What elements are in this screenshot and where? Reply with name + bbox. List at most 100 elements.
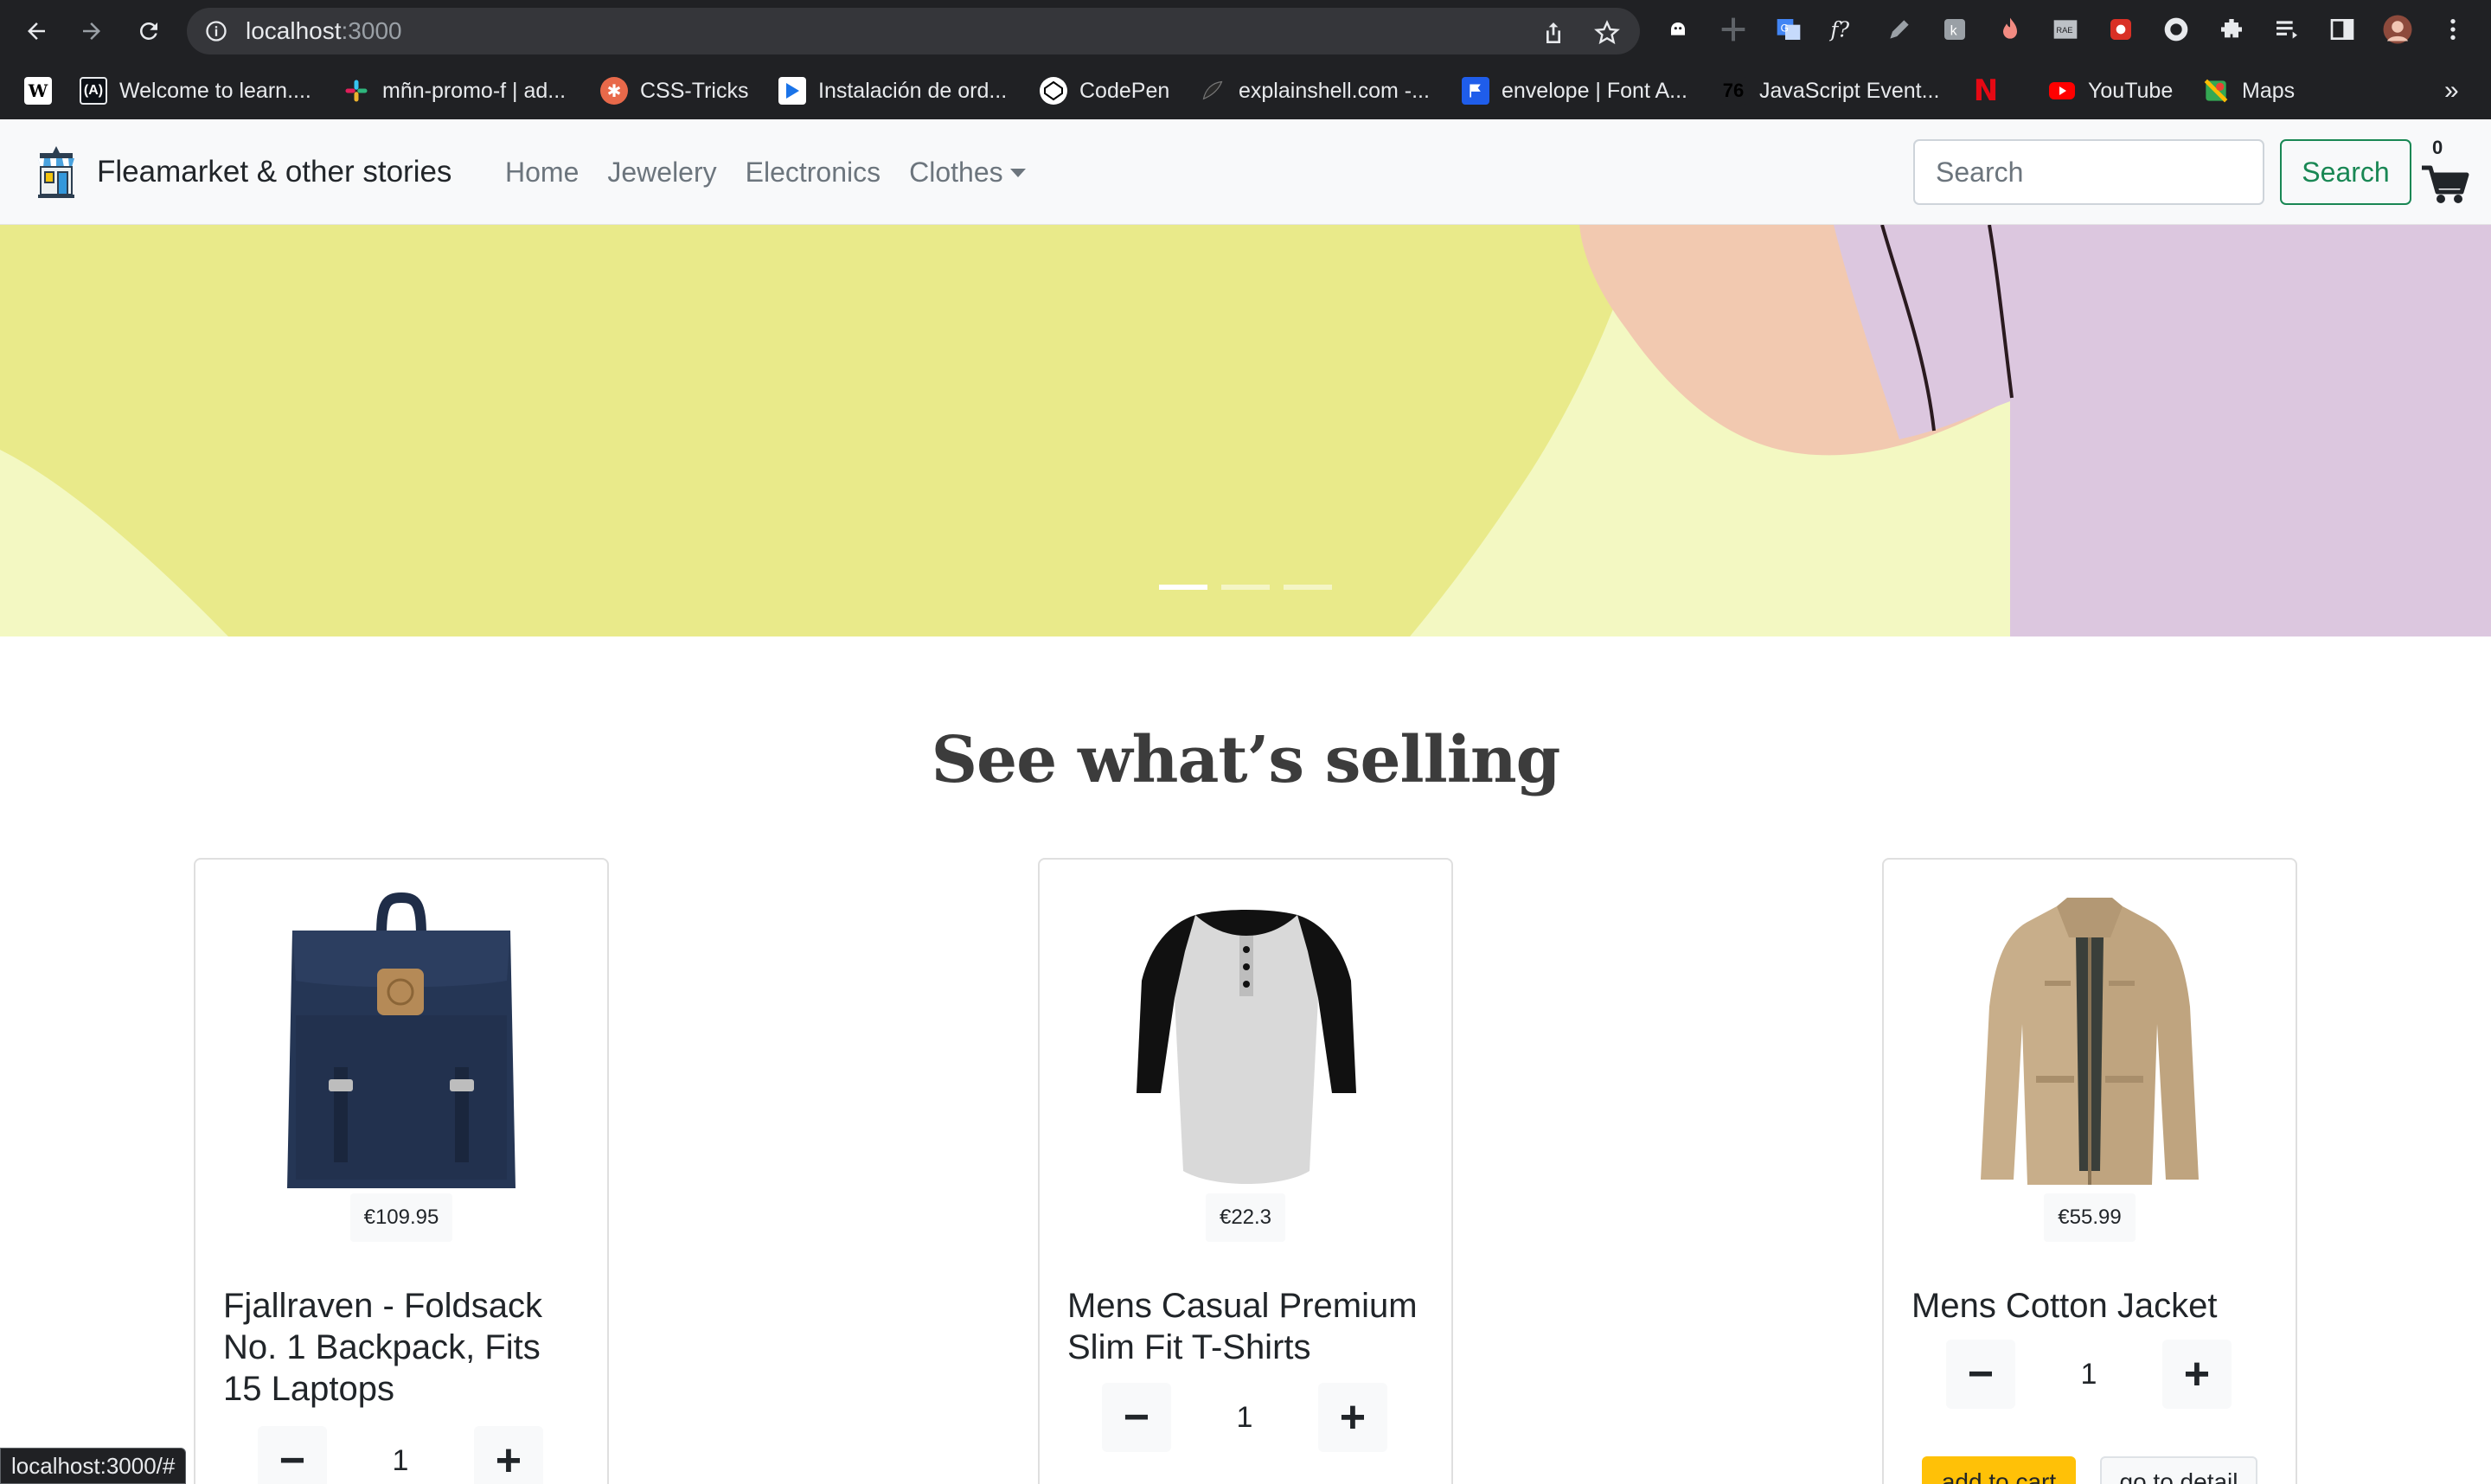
bookmark-item[interactable]: ✱ CSS-Tricks — [600, 76, 748, 106]
share-icon[interactable] — [1540, 19, 1567, 47]
url-text: localhost:3000 — [246, 17, 402, 44]
bookmark-item[interactable]: explainshell.com -... — [1199, 76, 1430, 106]
brand-name: Fleamarket & other stories — [97, 155, 452, 189]
profile-avatar-icon[interactable] — [2382, 14, 2413, 45]
go-to-detail-button[interactable]: go to detail — [2100, 1456, 2257, 1484]
increment-button[interactable]: + — [473, 1426, 543, 1484]
bookmark-item[interactable]: Instalación de ord... — [778, 76, 1007, 106]
hero-carousel[interactable] — [0, 225, 2491, 636]
price-badge: €55.99 — [1884, 1193, 2296, 1242]
bookmark-item[interactable]: 76 JavaScript Event... — [1719, 76, 1939, 106]
svg-text:RAE: RAE — [2056, 26, 2072, 35]
site-navbar: Fleamarket & other stories Home Jewelery… — [0, 119, 2491, 225]
nav-electronics[interactable]: Electronics — [746, 157, 881, 189]
extension-crosshair-icon[interactable] — [1718, 14, 1749, 45]
decrement-button[interactable]: − — [258, 1426, 327, 1484]
side-panel-icon[interactable] — [2327, 14, 2358, 45]
site-info-icon[interactable] — [204, 19, 228, 43]
bookmark-item[interactable]: (A) Welcome to learn.... — [80, 76, 311, 106]
svg-text:f?: f? — [1828, 17, 1849, 42]
quantity-stepper: − 1 + — [1102, 1382, 1387, 1453]
wikipedia-icon: W — [24, 77, 52, 105]
increment-button[interactable]: + — [2161, 1340, 2232, 1409]
carousel-indicator-2[interactable] — [1221, 585, 1270, 590]
carousel-slide-image — [0, 225, 2491, 636]
brand[interactable]: Fleamarket & other stories — [35, 142, 451, 202]
forward-icon[interactable] — [73, 12, 111, 50]
extension-hand-icon[interactable] — [1662, 14, 1694, 45]
extension-translate-icon[interactable]: G — [1773, 14, 1804, 45]
product-title: Mens Cotton Jacket — [1911, 1287, 2218, 1325]
extension-rae-icon[interactable]: RAE — [2050, 14, 2081, 45]
extension-formula-icon[interactable]: f? — [1828, 14, 1860, 45]
bookmark-star-icon[interactable] — [1593, 19, 1621, 47]
bookmark-item[interactable]: envelope | Font A... — [1462, 76, 1687, 106]
extension-pen-icon[interactable] — [1884, 14, 1915, 45]
decrement-button[interactable]: − — [1102, 1383, 1171, 1452]
nav-clothes-dropdown[interactable]: Clothes — [909, 157, 1026, 189]
decrement-button[interactable]: − — [1946, 1340, 2015, 1409]
css-tricks-icon: ✱ — [600, 77, 628, 105]
quantity-stepper: − 1 + — [258, 1425, 543, 1484]
svg-text:G: G — [1781, 22, 1789, 35]
quantity-value: 1 — [392, 1443, 409, 1477]
product-card: €22.3 Mens Casual Premium Slim Fit T-Shi… — [1038, 858, 1453, 1484]
youtube-icon — [2048, 77, 2076, 105]
reading-list-icon[interactable] — [2271, 14, 2302, 45]
carousel-indicator-1[interactable] — [1159, 585, 1207, 590]
bookmark-item[interactable]: mñn-promo-f | ad... — [343, 76, 566, 106]
reload-icon[interactable] — [130, 12, 168, 50]
browser-chrome: localhost:3000 G f? k RAE W (A) Welcome … — [0, 0, 2491, 119]
section-title: See what’s selling — [931, 723, 1561, 797]
bookmark-netflix[interactable]: N — [1972, 74, 2000, 108]
extension-puzzle-red-icon[interactable] — [2105, 14, 2136, 45]
bookmark-item[interactable]: CodePen — [1040, 76, 1169, 106]
chevron-down-icon — [1009, 169, 1026, 177]
play-icon — [778, 77, 806, 105]
extension-circle-icon[interactable] — [2161, 14, 2192, 45]
bookmark-item[interactable]: YouTube — [2048, 76, 2173, 106]
netflix-icon: N — [1973, 74, 1999, 108]
shell-icon — [1199, 77, 1226, 105]
nav-home[interactable]: Home — [505, 157, 579, 189]
flag-icon — [1462, 77, 1489, 105]
extension-k-icon[interactable]: k — [1939, 14, 1970, 45]
angular-icon: (A) — [80, 77, 107, 105]
extensions-puzzle-icon[interactable] — [2216, 14, 2247, 45]
address-bar[interactable]: localhost:3000 — [187, 8, 1640, 54]
product-card: €55.99 Mens Cotton Jacket − 1 + add to c… — [1882, 858, 2297, 1484]
add-to-cart-button[interactable]: add to cart — [1922, 1456, 2076, 1484]
price-badge: €22.3 — [1040, 1193, 1451, 1242]
nav-jewelery[interactable]: Jewelery — [607, 157, 716, 189]
extension-fire-icon[interactable] — [1995, 14, 2026, 45]
search-input[interactable] — [1913, 139, 2264, 205]
slack-icon — [343, 77, 370, 105]
store-logo-icon — [38, 146, 74, 198]
increment-button[interactable]: + — [1317, 1383, 1387, 1452]
carousel-indicator-3[interactable] — [1284, 585, 1332, 590]
bookmarks-overflow-icon[interactable]: » — [2444, 76, 2459, 106]
carousel-indicators — [0, 585, 2491, 590]
codepen-icon — [1040, 77, 1067, 105]
nav-links: Home Jewelery Electronics Clothes — [505, 119, 1026, 225]
back-icon[interactable] — [17, 12, 55, 50]
maps-icon — [2202, 77, 2230, 105]
nav-clothes-label: Clothes — [909, 156, 1003, 188]
bookmark-wikipedia[interactable]: W — [24, 76, 52, 106]
quantity-stepper: − 1 + — [1946, 1339, 2232, 1410]
bookmark-item[interactable]: Maps — [2202, 76, 2295, 106]
svg-text:k: k — [1950, 24, 1958, 39]
search-button[interactable]: Search — [2280, 139, 2411, 205]
product-image-jacket[interactable] — [1884, 886, 2296, 1188]
browser-menu-icon[interactable] — [2437, 14, 2469, 45]
link-status-bar: localhost:3000/# — [0, 1448, 187, 1484]
quantity-value: 1 — [1236, 1400, 1253, 1434]
bookmarks-bar: W (A) Welcome to learn.... mñn-promo-f |… — [0, 62, 2491, 119]
product-title: Mens Casual Premium Slim Fit T-Shirts — [1067, 1287, 1418, 1366]
product-image-backpack[interactable] — [195, 886, 607, 1188]
number-icon: 76 — [1719, 77, 1747, 105]
product-image-tshirt[interactable] — [1040, 886, 1451, 1188]
browser-toolbar: localhost:3000 G f? k RAE — [0, 0, 2491, 62]
product-card: €109.95 Fjallraven - Foldsack No. 1 Back… — [194, 858, 609, 1484]
cart-icon[interactable] — [2418, 138, 2470, 208]
